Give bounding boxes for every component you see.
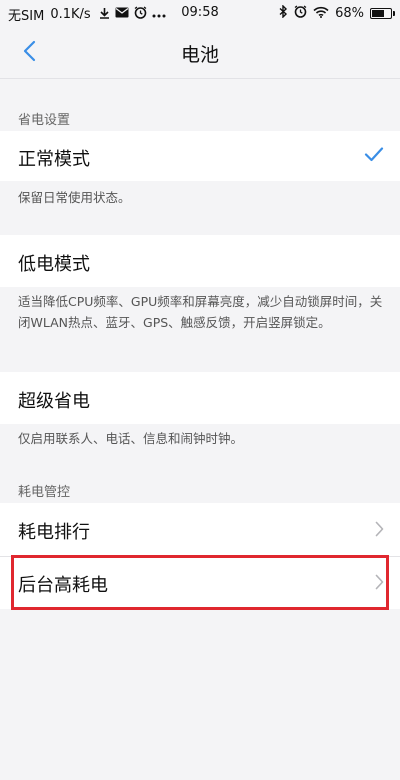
battery-icon xyxy=(370,8,395,19)
background-power-label: 后台高耗电 xyxy=(18,575,108,596)
battery-level xyxy=(372,10,384,17)
background-power-row[interactable]: 后台高耗电 xyxy=(0,557,400,609)
check-icon xyxy=(364,146,384,162)
power-ranking-label: 耗电排行 xyxy=(18,522,90,543)
status-bar: 无SIM 0.1K/s 09:58 68% xyxy=(0,0,400,26)
mode-super-saver-row[interactable]: 超级省电 xyxy=(0,372,400,424)
power-ranking-row[interactable]: 耗电排行 xyxy=(0,503,400,556)
status-bar-right: 68% xyxy=(279,4,395,22)
mode-low-power-label: 低电模式 xyxy=(18,254,90,275)
mode-super-saver-label: 超级省电 xyxy=(18,391,90,412)
alarm-icon xyxy=(294,5,307,22)
battery-percent: 68% xyxy=(335,6,364,21)
mode-low-power-row[interactable]: 低电模式 xyxy=(0,235,400,287)
section-header-power-control: 耗电管控 xyxy=(18,485,71,500)
title-bar: 电池 xyxy=(0,26,400,79)
mode-super-saver-description: 仅启用联系人、电话、信息和闹钟时钟。 xyxy=(18,431,244,446)
mode-low-power-description: 适当降低CPU频率、GPU频率和屏幕亮度，减少自动锁屏时间，关闭WLAN热点、蓝… xyxy=(18,294,383,330)
mode-normal-description: 保留日常使用状态。 xyxy=(18,190,131,205)
bluetooth-icon xyxy=(279,4,288,22)
mode-normal-row[interactable]: 正常模式 xyxy=(0,131,400,181)
chevron-right-icon xyxy=(375,521,384,537)
back-button[interactable] xyxy=(14,38,44,68)
section-header-power-saving: 省电设置 xyxy=(18,113,71,128)
page-title: 电池 xyxy=(180,44,219,66)
wifi-icon xyxy=(313,6,329,22)
chevron-left-icon xyxy=(22,40,36,66)
mode-normal-label: 正常模式 xyxy=(18,149,90,170)
chevron-right-icon xyxy=(375,574,384,590)
